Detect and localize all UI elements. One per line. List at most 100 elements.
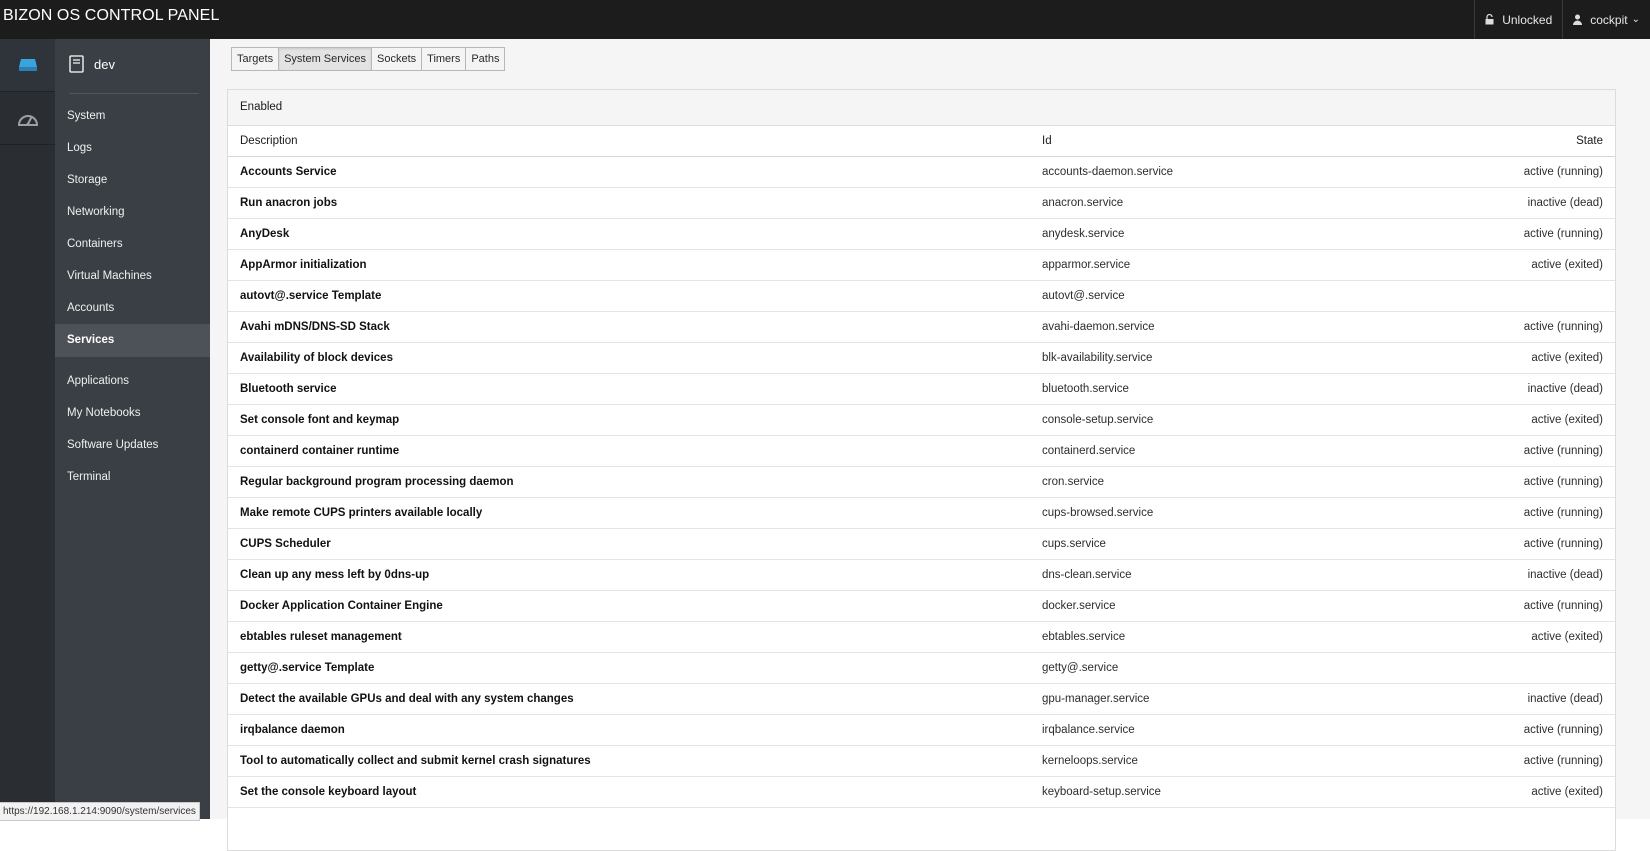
nav-item-logs[interactable]: Logs [55,132,210,165]
service-id: ebtables.service [1030,621,1370,653]
service-state [1370,280,1615,312]
service-description: Clean up any mess left by 0dns-up [228,559,1030,591]
table-row[interactable]: Set the console keyboard layout keyboard-… [228,776,1615,808]
service-description: Regular background program processing da… [228,466,1030,498]
table-row[interactable]: CUPS Scheduler cups.service active (runnin… [228,528,1615,560]
tab-system-services[interactable]: System Services [278,47,372,71]
table-row[interactable]: Accounts Service accounts-daemon.service a… [228,156,1615,188]
service-description: ebtables ruleset management [228,621,1030,653]
nav-item-storage[interactable]: Storage [55,164,210,197]
table-row[interactable]: irqbalance daemon irqbalance.service activ… [228,714,1615,746]
nav-item-accounts[interactable]: Accounts [55,292,210,325]
column-header-id: Id [1030,126,1370,157]
service-id: blk-availability.service [1030,342,1370,374]
chevron-down-icon: ⌄ [1631,14,1640,25]
service-state: active (exited) [1370,621,1615,653]
table-row[interactable]: Make remote CUPS printers available loca… [228,497,1615,529]
table-row[interactable]: Regular background program processing da… [228,466,1615,498]
table-row[interactable]: AnyDesk anydesk.service active (running) [228,218,1615,250]
host-document-icon [69,55,84,73]
column-header-description: Description [228,126,1030,157]
panel-heading: Enabled [228,90,1615,126]
table-row[interactable]: autovt@.service Template autovt@.service [228,280,1615,312]
host-name: dev [94,56,115,72]
tab-targets[interactable]: Targets [231,47,280,71]
service-id: anydesk.service [1030,218,1370,250]
service-id: accounts-daemon.service [1030,156,1370,188]
service-id: containerd.service [1030,435,1370,467]
service-description: Run anacron jobs [228,187,1030,219]
dashboard-icon [17,115,38,126]
table-row[interactable]: Clean up any mess left by 0dns-up dns-cle… [228,559,1615,591]
table-row[interactable]: Detect the available GPUs and deal with … [228,683,1615,715]
service-state: active (running) [1370,497,1615,529]
nav-item-my-notebooks[interactable]: My Notebooks [55,397,210,430]
nav-item-services[interactable]: Services [55,324,210,357]
service-description: Make remote CUPS printers available loca… [228,497,1030,529]
table-row[interactable]: Set console font and keymap console-setup… [228,404,1615,436]
table-row[interactable]: Avahi mDNS/DNS-SD Stack avahi-daemon.serv… [228,311,1615,343]
service-description: getty@.service Template [228,652,1030,684]
service-description: Accounts Service [228,156,1030,188]
service-description: AnyDesk [228,218,1030,250]
nav-item-virtual-machines[interactable]: Virtual Machines [55,260,210,293]
service-state: active (running) [1370,528,1615,560]
user-name: cockpit [1590,12,1628,27]
services-panel: Enabled Description Id State Accounts Se… [227,89,1616,851]
services-table: Description Id State Accounts Service acc… [228,126,1615,808]
service-state: active (running) [1370,590,1615,622]
user-menu-button[interactable]: cockpit ⌄ [1562,0,1650,39]
nav-item-software-updates[interactable]: Software Updates [55,429,210,462]
table-row[interactable]: containerd container runtime containerd.s… [228,435,1615,467]
service-description: AppArmor initialization [228,249,1030,281]
nav-item-networking[interactable]: Networking [55,196,210,229]
table-row[interactable]: AppArmor initialization apparmor.service a… [228,249,1615,281]
nav-item-applications[interactable]: Applications [55,365,210,398]
service-state: active (running) [1370,156,1615,188]
nav-item-system[interactable]: System [55,100,210,133]
service-id: keyboard-setup.service [1030,776,1370,808]
service-state: inactive (dead) [1370,683,1615,715]
table-row[interactable]: Tool to automatically collect and submit… [228,745,1615,777]
nav-item-containers[interactable]: Containers [55,228,210,261]
service-state: inactive (dead) [1370,187,1615,219]
table-row[interactable]: Docker Application Container Engine docke… [228,590,1615,622]
service-id: anacron.service [1030,187,1370,219]
tab-timers[interactable]: Timers [421,47,467,71]
table-row[interactable]: Bluetooth service bluetooth.service inacti… [228,373,1615,405]
service-id: kerneloops.service [1030,745,1370,777]
service-id: console-setup.service [1030,404,1370,436]
lock-status-button[interactable]: Unlocked [1474,0,1562,39]
nav-item-terminal[interactable]: Terminal [55,461,210,494]
service-state: active (running) [1370,311,1615,343]
service-id: getty@.service [1030,652,1370,684]
rail-item-host[interactable] [0,39,55,92]
status-bar-url: https://192.168.1.214:9090/system/servic… [0,802,200,821]
lock-status-label: Unlocked [1502,12,1553,27]
user-icon [1573,14,1583,25]
service-id: cups-browsed.service [1030,497,1370,529]
tab-sockets[interactable]: Sockets [371,47,423,71]
icon-rail [0,39,56,819]
table-row[interactable]: getty@.service Template getty@.service [228,652,1615,684]
service-id: irqbalance.service [1030,714,1370,746]
service-description: Avahi mDNS/DNS-SD Stack [228,311,1030,343]
service-id: bluetooth.service [1030,373,1370,405]
host-switcher[interactable]: dev [69,55,115,73]
service-id: apparmor.service [1030,249,1370,281]
service-id: gpu-manager.service [1030,683,1370,715]
service-state: active (exited) [1370,404,1615,436]
service-description: Detect the available GPUs and deal with … [228,683,1030,715]
service-state: active (exited) [1370,249,1615,281]
service-state: inactive (dead) [1370,559,1615,591]
rail-item-dashboard[interactable] [0,92,55,145]
service-state [1370,652,1615,684]
top-right-controls: Unlocked cockpit ⌄ [1474,0,1650,39]
table-row[interactable]: Run anacron jobs anacron.service inactive … [228,187,1615,219]
table-row[interactable]: Availability of block devices blk-availab… [228,342,1615,374]
tab-paths[interactable]: Paths [465,47,506,71]
table-row[interactable]: ebtables ruleset management ebtables.serv… [228,621,1615,653]
service-id: cups.service [1030,528,1370,560]
service-state: active (running) [1370,714,1615,746]
services-table-body: Accounts Service accounts-daemon.service a… [228,156,1615,808]
